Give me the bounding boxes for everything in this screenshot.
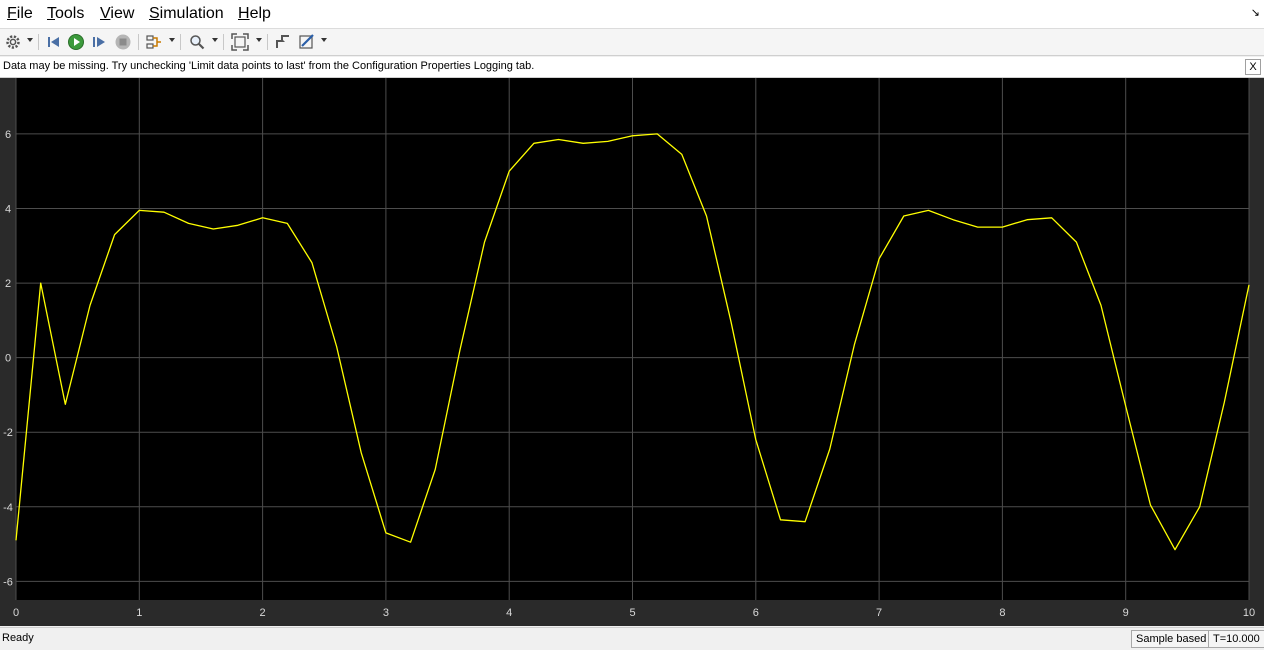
undock-icon[interactable]: ↘ [1251,6,1260,19]
toolbar-separator [180,34,181,50]
menu-tools-mnemonic: T [47,5,55,22]
info-message: Data may be missing. Try unchecking 'Lim… [3,60,535,72]
menu-help-label: elp [249,5,271,22]
fit-to-view-dropdown-icon[interactable] [256,38,262,42]
menu-file[interactable]: File [7,5,33,23]
style-dropdown-icon[interactable] [321,38,327,42]
stop-icon[interactable] [113,32,133,52]
toolbar-separator [138,34,139,50]
y-tick-label: -6 [3,576,13,588]
menu-simulation-mnemonic: S [149,5,160,22]
y-tick-label: 2 [5,278,11,290]
fit-to-view-icon[interactable] [230,32,250,52]
menu-bar: File Tools View Simulation Help ↘ [0,0,1264,29]
zoom-dropdown-icon[interactable] [212,38,218,42]
menu-simulation[interactable]: Simulation [149,5,224,23]
menu-file-label: ile [16,5,33,22]
simulation-time: T=10.000 [1208,630,1264,648]
toolbar-separator [267,34,268,50]
x-tick-label: 9 [1123,607,1129,619]
menu-tools[interactable]: Tools [47,5,84,23]
menu-help[interactable]: Help [238,5,271,23]
style-icon[interactable] [297,32,317,52]
step-forward-icon[interactable] [89,32,109,52]
menu-view-label: iew [110,5,135,22]
menu-file-mnemonic: F [7,5,17,22]
step-back-icon[interactable] [44,32,64,52]
y-tick-label: -2 [3,427,13,439]
x-tick-label: 3 [383,607,389,619]
x-tick-label: 2 [260,607,266,619]
menu-view-mnemonic: V [100,5,111,22]
gear-icon[interactable] [3,32,23,52]
scope-plot: 0 1 2 3 4 5 6 7 8 9 10 -6 -4 -2 0 2 4 6 [0,78,1264,626]
y-tick-label: 4 [5,204,11,216]
toolbar [0,29,1264,56]
zoom-icon[interactable] [187,32,207,52]
x-tick-label: 7 [876,607,882,619]
x-tick-label: 0 [13,607,19,619]
y-tick-label: -4 [3,502,13,514]
menu-simulation-label: imulation [159,5,224,22]
y-tick-label: 6 [5,129,11,141]
info-bar: Data may be missing. Try unchecking 'Lim… [0,57,1264,78]
toolbar-separator [38,34,39,50]
triggers-icon[interactable] [273,32,293,52]
x-tick-label: 5 [629,607,635,619]
x-tick-label: 1 [136,607,142,619]
signal-selector-icon[interactable] [144,32,164,52]
status-ready: Ready [2,632,34,644]
gear-dropdown-icon[interactable] [27,38,33,42]
menu-help-mnemonic: H [238,5,250,22]
signal-selector-dropdown-icon[interactable] [169,38,175,42]
run-icon[interactable] [66,32,86,52]
sample-mode-indicator: Sample based [1131,630,1212,648]
menu-view[interactable]: View [100,5,134,23]
status-bar: Ready Sample based T=10.000 [0,627,1264,650]
menu-tools-label: ools [55,5,85,22]
scope-plot-svg: 0 1 2 3 4 5 6 7 8 9 10 -6 -4 -2 0 2 4 6 [0,78,1264,626]
toolbar-separator [223,34,224,50]
x-tick-label: 6 [753,607,759,619]
close-button[interactable]: X [1245,59,1261,75]
x-tick-label: 10 [1243,607,1255,619]
y-tick-label: 0 [5,353,11,365]
x-tick-label: 8 [999,607,1005,619]
x-tick-label: 4 [506,607,512,619]
